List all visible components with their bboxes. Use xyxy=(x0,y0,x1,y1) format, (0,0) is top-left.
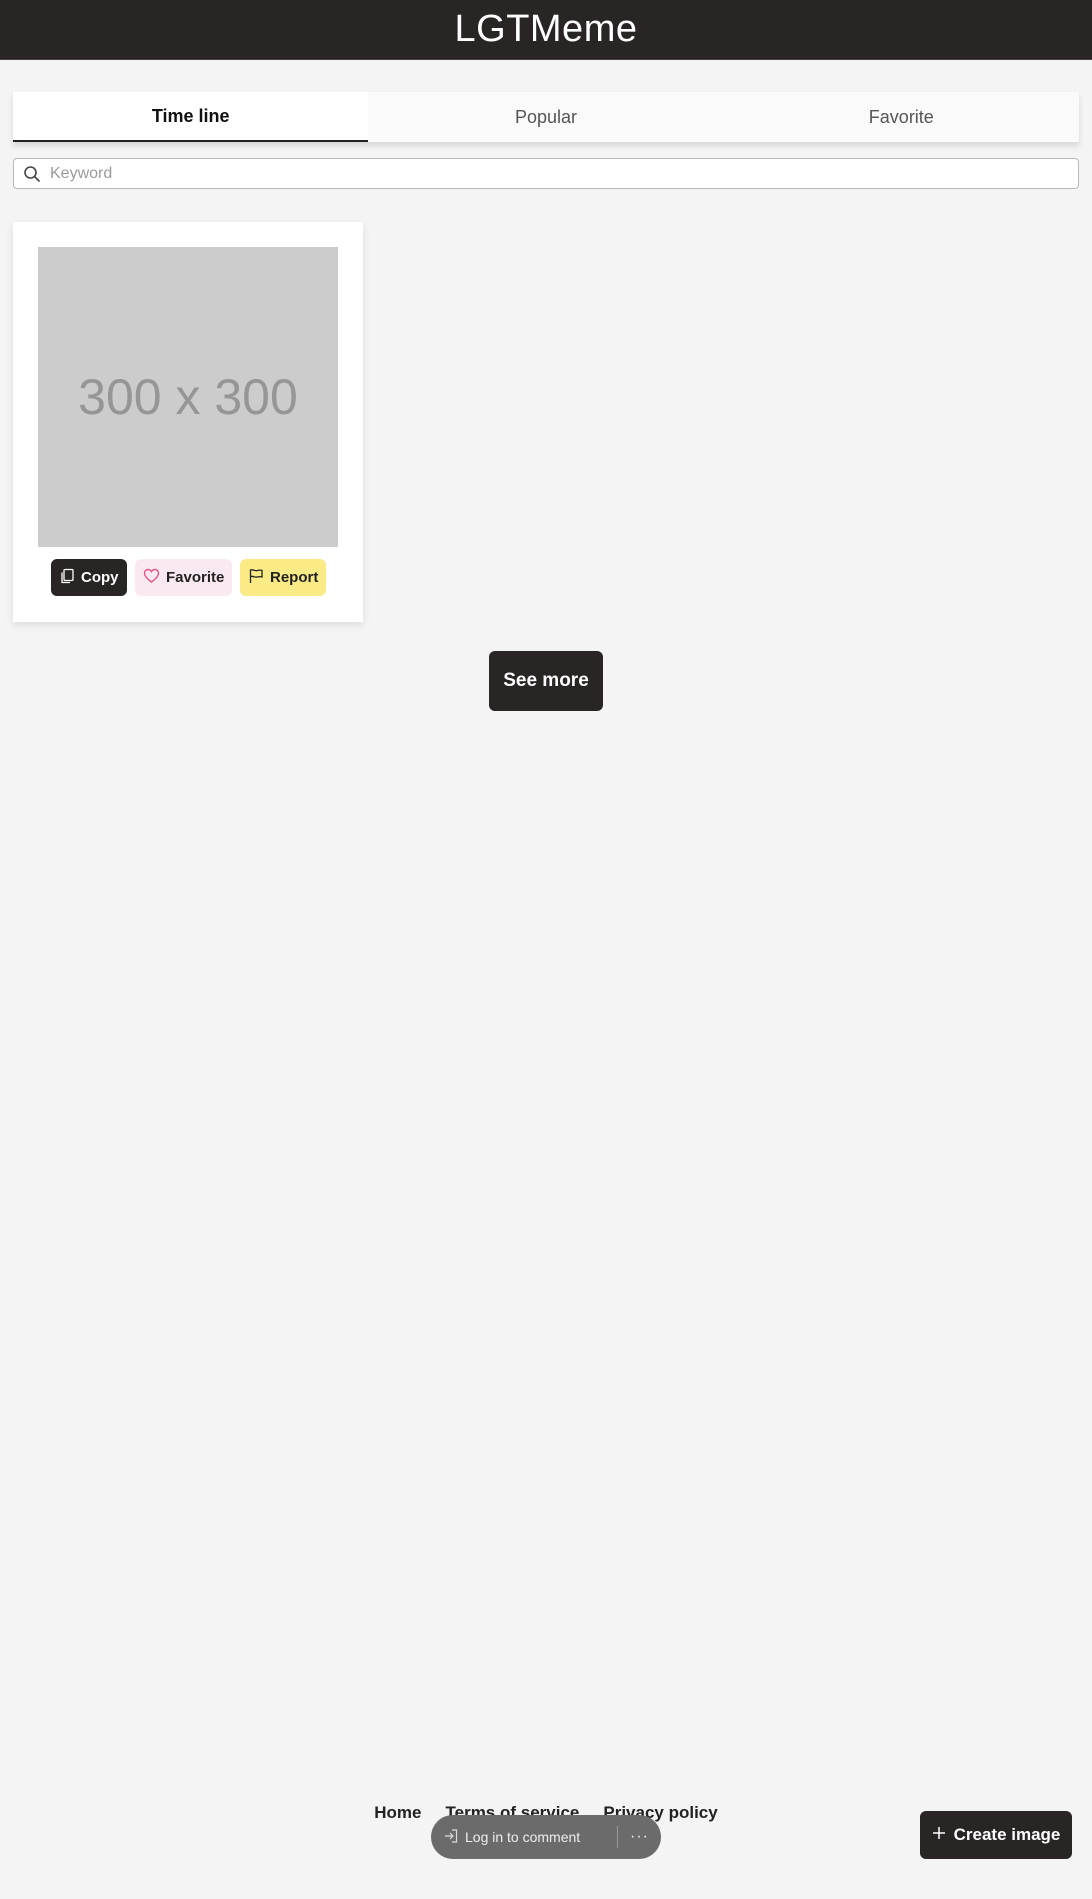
favorite-button[interactable]: Favorite xyxy=(135,559,232,596)
toolbar-divider xyxy=(617,1826,619,1848)
heart-icon xyxy=(143,568,160,588)
app-header: LGTMeme xyxy=(0,0,1092,60)
copy-icon xyxy=(59,568,75,588)
search-bar[interactable] xyxy=(13,158,1079,189)
image-card: 300 x 300 Copy Favorite Report xyxy=(13,222,363,622)
image-placeholder-text: 300 x 300 xyxy=(78,369,298,425)
see-more-button[interactable]: See more xyxy=(489,651,603,711)
copy-label: Copy xyxy=(81,569,119,586)
tab-popular[interactable]: Popular xyxy=(368,92,723,142)
search-input[interactable] xyxy=(50,164,1078,183)
more-options-icon[interactable]: ··· xyxy=(630,1828,649,1846)
favorite-label: Favorite xyxy=(166,569,225,586)
report-label: Report xyxy=(270,569,319,586)
login-label: Log in to comment xyxy=(465,1829,581,1845)
copy-button[interactable]: Copy xyxy=(51,559,127,596)
comment-toolbar: Log in to comment ··· xyxy=(431,1815,661,1859)
tab-bar: Time line Popular Favorite xyxy=(13,92,1079,142)
login-to-comment-button[interactable]: Log in to comment xyxy=(443,1828,605,1847)
tab-favorite[interactable]: Favorite xyxy=(724,92,1079,142)
login-icon xyxy=(443,1828,459,1847)
create-image-button[interactable]: Create image xyxy=(920,1811,1072,1859)
create-image-label: Create image xyxy=(953,1825,1061,1844)
report-button[interactable]: Report xyxy=(240,559,326,596)
footer-link-home[interactable]: Home xyxy=(374,1803,421,1823)
plus-icon xyxy=(932,1825,946,1845)
tab-timeline[interactable]: Time line xyxy=(13,92,369,142)
card-actions: Copy Favorite Report xyxy=(51,559,326,596)
app-title[interactable]: LGTMeme xyxy=(455,8,638,51)
search-icon xyxy=(14,158,50,189)
flag-icon xyxy=(248,568,264,588)
meme-image[interactable]: 300 x 300 xyxy=(38,247,338,547)
